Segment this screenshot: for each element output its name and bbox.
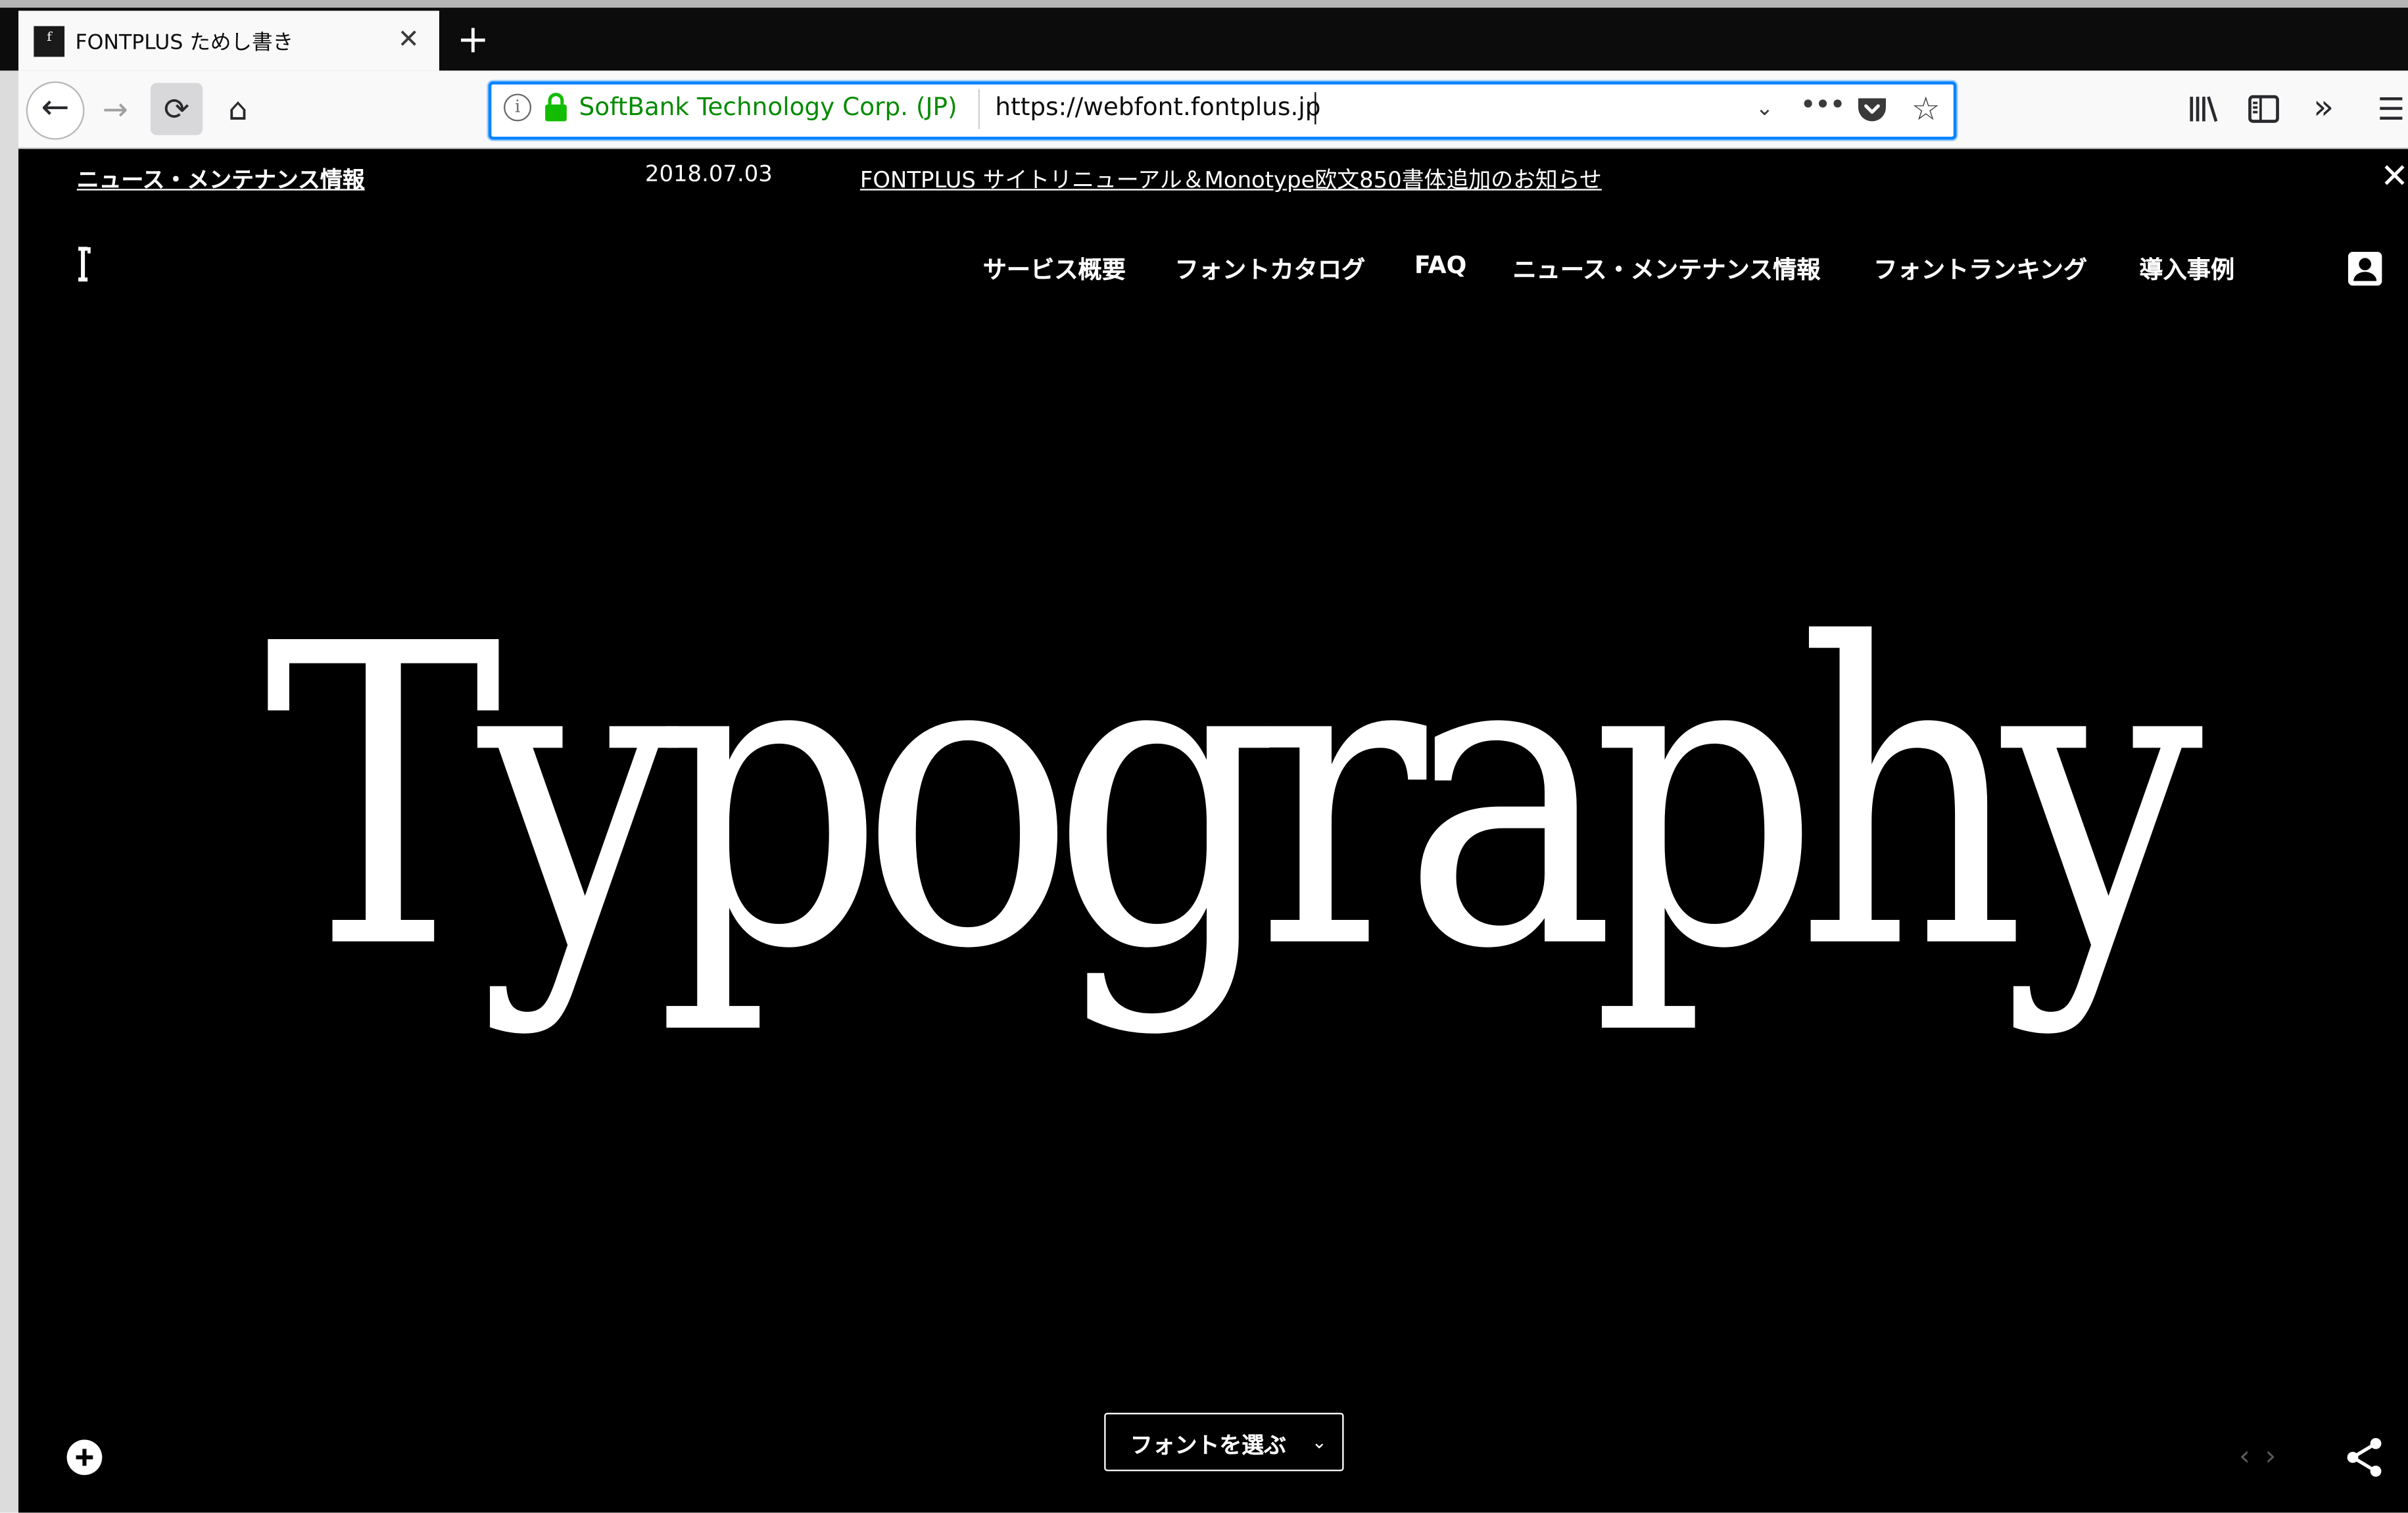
bookmark-star-icon[interactable]: ☆ xyxy=(1908,89,1944,129)
nav-case-studies[interactable]: 導入事例 xyxy=(2139,252,2234,285)
window-top-edge xyxy=(0,0,2408,8)
news-close-icon[interactable]: ✕ xyxy=(2380,159,2408,197)
share-icon[interactable] xyxy=(2344,1436,2386,1479)
site-identity-label[interactable]: SoftBank Technology Corp. (JP) xyxy=(579,92,957,121)
code-embed-icon[interactable]: ‹ › xyxy=(2236,1441,2282,1474)
nav-service-overview[interactable]: サービス概要 xyxy=(983,252,1126,285)
nav-faq[interactable]: FAQ xyxy=(1414,252,1466,279)
forward-button-icon[interactable]: → xyxy=(89,83,141,135)
sidebar-toggle-icon[interactable] xyxy=(2244,91,2284,128)
fontplus-favicon-icon: ᶠ xyxy=(34,26,65,57)
window-left-edge xyxy=(0,70,19,1513)
page-actions-icon[interactable]: ••• xyxy=(1800,89,1846,126)
text-caret xyxy=(1314,92,1316,125)
home-button-icon[interactable]: ⌂ xyxy=(212,83,264,135)
chevron-down-icon[interactable]: ⌄ xyxy=(1309,1428,1330,1456)
back-button-icon[interactable]: ← xyxy=(26,81,85,140)
tab-title: FONTPLUS ためし書き xyxy=(75,30,294,56)
nav-news-maintenance[interactable]: ニュース・メンテナンス情報 xyxy=(1512,252,1820,285)
news-headline-link[interactable]: FONTPLUS サイトリニューアル＆Monotype欧文850書体追加のお知ら… xyxy=(860,163,1602,195)
site-info-icon[interactable]: i xyxy=(504,93,532,122)
font-select-label[interactable]: フォントを選ぶ xyxy=(1130,1428,1286,1460)
url-input[interactable]: https://webfont.fontplus.jp xyxy=(995,92,1320,121)
nav-font-ranking[interactable]: フォントランキング xyxy=(1873,252,2087,285)
nav-font-catalog[interactable]: フォントカタログ xyxy=(1175,252,1366,285)
hamburger-menu-icon[interactable]: ☰ xyxy=(2377,91,2408,128)
library-icon[interactable] xyxy=(2184,91,2224,128)
lock-icon[interactable] xyxy=(544,92,568,123)
overflow-chevron-icon[interactable]: » xyxy=(2303,87,2344,130)
add-text-icon[interactable] xyxy=(66,1439,103,1476)
new-tab-icon[interactable]: + xyxy=(454,18,491,61)
tab-close-icon[interactable]: ✕ xyxy=(393,24,424,55)
news-bar-label-link[interactable]: ニュース・メンテナンス情報 xyxy=(77,163,365,195)
reload-button-icon[interactable]: ⟳ xyxy=(150,83,203,135)
url-dropdown-icon[interactable]: ⌄ xyxy=(1748,91,1781,128)
hero-sample-text[interactable]: Typography xyxy=(172,553,2273,1044)
account-icon[interactable] xyxy=(2347,251,2384,287)
news-date: 2018.07.03 xyxy=(644,162,773,187)
pocket-icon[interactable] xyxy=(1855,91,1889,128)
url-separator xyxy=(978,89,980,130)
fontplus-logo-icon[interactable] xyxy=(70,243,95,289)
